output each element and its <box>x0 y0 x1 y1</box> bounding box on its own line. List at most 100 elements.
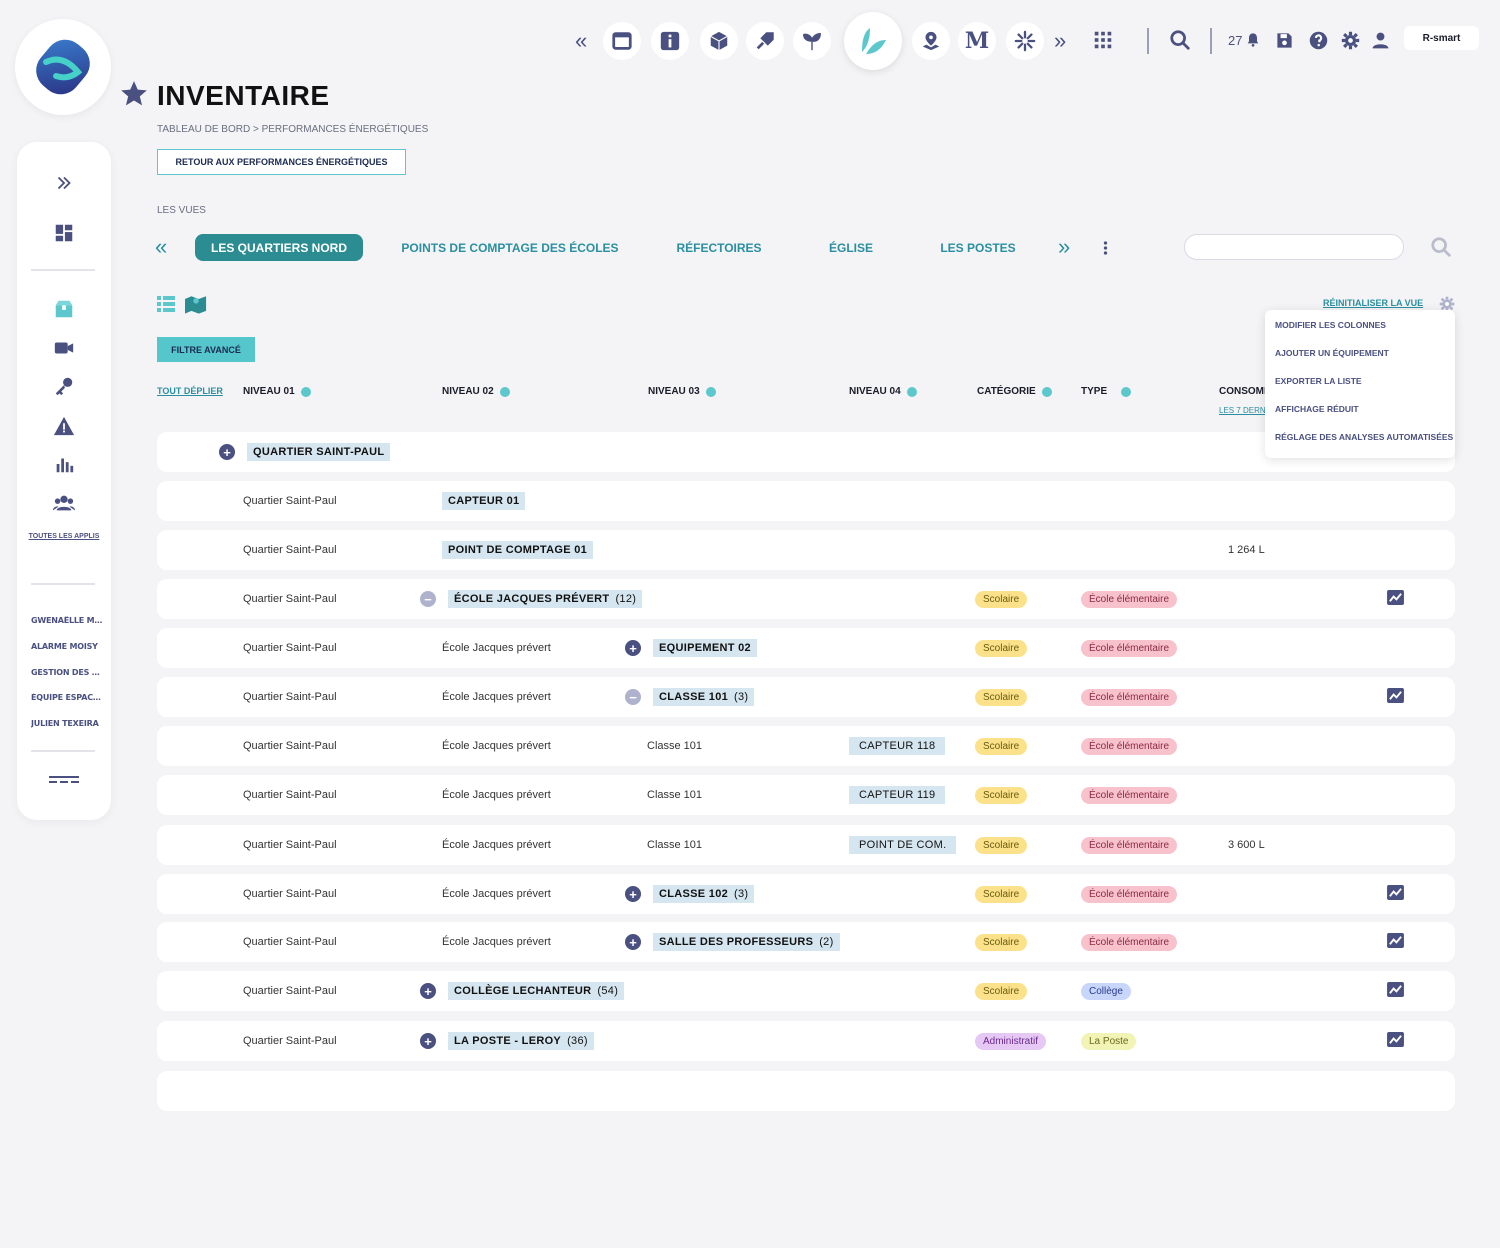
analytics-chart-icon[interactable] <box>1387 885 1404 905</box>
sidebar-user[interactable]: GWENAËLLE MA... <box>31 616 105 625</box>
node-label[interactable]: CAPTEUR 01 <box>442 492 526 510</box>
column-header-categorie[interactable]: CATÉGORIE <box>977 386 1052 397</box>
node-label[interactable]: COLLÈGE LECHANTEUR (54) <box>448 982 625 1000</box>
table-row[interactable]: Quartier Saint-Paul École Jacques prévert… <box>157 775 1455 815</box>
save-icon[interactable] <box>1275 31 1294 50</box>
node-label[interactable]: SALLE DES PROFESSEURS (2) <box>653 933 840 951</box>
search-input[interactable] <box>1184 234 1404 260</box>
node-label[interactable]: LA POSTE - LEROY (36) <box>448 1032 594 1050</box>
node-label[interactable]: POINT DE COMPTAGE 01 <box>442 541 594 559</box>
leaf-app-icon[interactable] <box>844 12 902 70</box>
advanced-filter-button[interactable]: FILTRE AVANCÉ <box>157 337 255 362</box>
sort-icon[interactable] <box>705 386 716 397</box>
node-label[interactable]: CLASSE 102 (3) <box>653 885 755 903</box>
menu-item-auto-analysis[interactable]: RÉGLAGE DES ANALYSES AUTOMATISÉES <box>1275 432 1453 442</box>
consumption-period-link[interactable]: LES 7 DERN <box>1219 406 1265 415</box>
node-label[interactable]: CLASSE 101 (3) <box>653 688 755 706</box>
collapse-toggle-icon[interactable]: − <box>420 591 436 607</box>
node-label[interactable]: QUARTIER SAINT-PAUL <box>247 443 391 461</box>
dashboard-icon[interactable] <box>17 222 111 244</box>
key-icon[interactable] <box>17 375 111 397</box>
table-row[interactable]: Quartier Saint-Paul École Jacques prévert… <box>157 628 1455 668</box>
favorite-star-icon[interactable] <box>120 80 148 113</box>
node-label[interactable]: CAPTEUR 119 <box>849 786 946 804</box>
column-header-consommation[interactable]: CONSOMM <box>1219 386 1265 397</box>
search-button-icon[interactable] <box>1430 236 1452 263</box>
collapse-toggle-icon[interactable]: − <box>625 689 641 705</box>
notification-count[interactable]: 27 <box>1228 33 1242 48</box>
analytics-chart-icon[interactable] <box>1387 1032 1404 1052</box>
alert-icon[interactable] <box>17 415 111 437</box>
node-label[interactable]: POINT DE COM. <box>849 836 957 854</box>
collapse-menu-icon[interactable] <box>17 774 111 786</box>
table-row[interactable]: Quartier Saint-Paul École Jacques prévert… <box>157 677 1455 717</box>
table-row[interactable]: Quartier Saint-Paul POINT DE COMPTAGE 01 1… <box>157 530 1455 570</box>
column-header-niveau-03[interactable]: NIVEAU 03 <box>648 386 716 397</box>
column-header-niveau-01[interactable]: NIVEAU 01 <box>243 386 311 397</box>
menu-item-modify-columns[interactable]: MODIFIER LES COLONNES <box>1275 320 1386 330</box>
sidebar-user[interactable]: GESTION DES RÔ... <box>31 668 105 677</box>
table-row[interactable]: Quartier Saint-Paul École Jacques prévert… <box>157 922 1455 962</box>
column-header-type[interactable]: TYPE <box>1081 386 1132 397</box>
sort-icon[interactable] <box>1041 386 1052 397</box>
expand-toggle-icon[interactable]: + <box>420 1033 436 1049</box>
table-row[interactable]: Quartier Saint-Paul CAPTEUR 01 <box>157 481 1455 521</box>
bell-icon[interactable] <box>1245 32 1261 48</box>
expand-all-link[interactable]: TOUT DÉPLIER <box>157 386 223 396</box>
info-icon[interactable] <box>651 22 689 60</box>
sidebar-user[interactable]: ÉQUIPE ESPACE ... <box>31 693 105 702</box>
analytics-chart-icon[interactable] <box>1387 933 1404 953</box>
m-icon[interactable]: M <box>958 22 996 60</box>
menu-item-reduced-display[interactable]: AFFICHAGE RÉDUIT <box>1275 404 1359 414</box>
expand-sidebar-icon[interactable] <box>17 172 111 194</box>
sort-icon[interactable] <box>499 386 510 397</box>
expand-toggle-icon[interactable]: + <box>625 886 641 902</box>
sort-icon[interactable] <box>300 386 311 397</box>
help-icon[interactable] <box>1308 30 1329 51</box>
tab-points-comptage[interactable]: POINTS DE COMPTAGE DES ÉCOLES <box>400 234 620 261</box>
inventory-icon[interactable] <box>17 298 111 320</box>
table-row[interactable]: Quartier Saint-Paul + COLLÈGE LECHANTEUR (5… <box>157 971 1455 1011</box>
asterisk-icon[interactable] <box>1006 22 1044 60</box>
box-icon[interactable] <box>700 22 738 60</box>
user-icon[interactable] <box>1371 31 1390 50</box>
table-row[interactable]: Quartier Saint-Paul École Jacques prévert… <box>157 874 1455 914</box>
tab-refectoires[interactable]: RÉFECTOIRES <box>670 234 768 261</box>
reset-view-link[interactable]: RÉINITIALISER LA VUE <box>1323 298 1423 308</box>
analytics-chart-icon[interactable] <box>1387 590 1404 610</box>
tab-eglise[interactable]: ÉGLISE <box>820 234 882 261</box>
column-header-niveau-02[interactable]: NIVEAU 02 <box>442 386 510 397</box>
back-button[interactable]: RETOUR AUX PERFORMANCES ÉNERGÉTIQUES <box>157 149 406 175</box>
window-icon[interactable] <box>603 22 641 60</box>
node-label[interactable]: ÉCOLE JACQUES PRÉVERT (12) <box>448 590 643 608</box>
menu-item-add-equipment[interactable]: AJOUTER UN ÉQUIPEMENT <box>1275 348 1389 358</box>
table-row[interactable]: Quartier Saint-Paul École Jacques prévert… <box>157 726 1455 766</box>
table-row[interactable]: + QUARTIER SAINT-PAUL <box>157 432 1455 472</box>
tab-quartiers-nord[interactable]: LES QUARTIERS NORD <box>195 234 363 261</box>
location-icon[interactable] <box>912 22 950 60</box>
expand-toggle-icon[interactable]: + <box>420 983 436 999</box>
search-icon[interactable] <box>1169 29 1191 51</box>
views-prev-icon[interactable]: « <box>155 234 167 260</box>
table-row[interactable]: Quartier Saint-Paul École Jacques prévert… <box>157 825 1455 865</box>
apps-grid-icon[interactable] <box>1092 29 1114 51</box>
sprout-icon[interactable] <box>793 22 831 60</box>
all-apps-link[interactable]: TOUTES LES APPLIS <box>17 532 111 542</box>
sidebar-user[interactable]: JULIEN TEXEIRA <box>31 719 105 728</box>
stats-icon[interactable] <box>17 453 111 475</box>
breadcrumb[interactable]: TABLEAU DE BORD > PERFORMANCES ÉNERGÉTIQ… <box>157 124 428 135</box>
analytics-chart-icon[interactable] <box>1387 982 1404 1002</box>
column-header-niveau-04[interactable]: NIVEAU 04 <box>849 386 917 397</box>
app-logo[interactable] <box>15 19 111 115</box>
node-label[interactable]: EQUIPEMENT 02 <box>653 639 757 657</box>
menu-item-export-list[interactable]: EXPORTER LA LISTE <box>1275 376 1362 386</box>
scroll-apps-right-icon[interactable]: » <box>1054 28 1066 54</box>
sort-icon[interactable] <box>906 386 917 397</box>
camera-icon[interactable] <box>17 337 111 359</box>
expand-toggle-icon[interactable]: + <box>625 640 641 656</box>
views-next-icon[interactable]: » <box>1058 234 1070 260</box>
table-row[interactable]: Quartier Saint-Paul + LA POSTE - LEROY (36)… <box>157 1021 1455 1061</box>
expand-toggle-icon[interactable]: + <box>219 444 235 460</box>
table-row[interactable]: Quartier Saint-Paul − ÉCOLE JACQUES PRÉVER… <box>157 579 1455 619</box>
sidebar-user[interactable]: ALARME MOISY <box>31 642 105 651</box>
